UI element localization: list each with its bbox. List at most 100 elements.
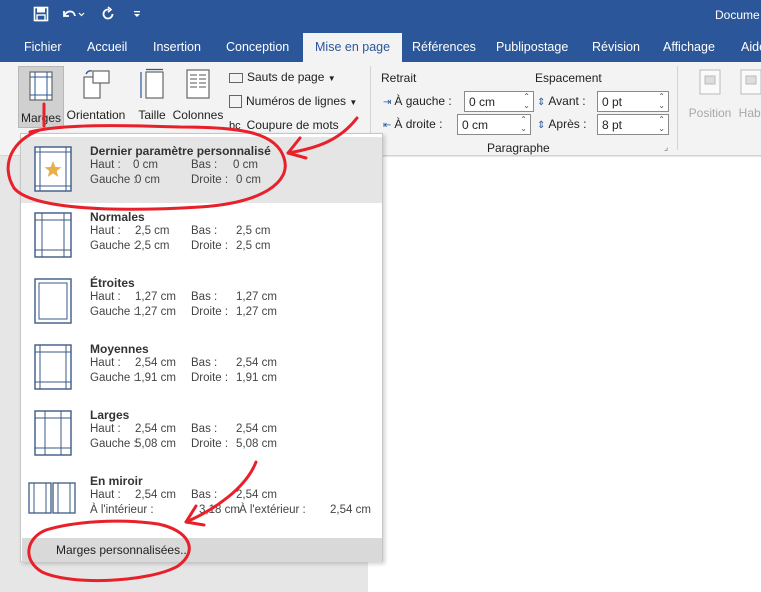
margin-top-label: Haut : xyxy=(90,291,121,303)
margin-outside-label: À l'extérieur : xyxy=(239,504,306,516)
document-page[interactable] xyxy=(368,157,761,592)
indent-right-label: À droite : xyxy=(394,117,443,131)
margin-bottom-label: Bas : xyxy=(191,159,218,171)
margin-bottom-value: 2,54 cm xyxy=(236,423,277,435)
margin-top-value: 2,54 cm xyxy=(135,489,176,501)
indent-right-input[interactable]: 0 cm ⌃ ⌄ xyxy=(457,114,531,135)
indent-right-value: 0 cm xyxy=(462,118,489,132)
margin-right-value: 2,5 cm xyxy=(236,240,271,252)
spacing-before-input[interactable]: 0 pt ⌃ ⌄ xyxy=(597,91,669,112)
line-numbers-button[interactable]: Numéros de lignes ▼ xyxy=(229,94,357,109)
hyphenation-icon: bc xyxy=(229,120,241,132)
margin-option-name: Larges xyxy=(90,408,130,422)
margin-bottom-label: Bas : xyxy=(191,225,218,237)
undo-icon[interactable] xyxy=(60,6,86,26)
margin-option-normal[interactable]: Normales Haut : 2,5 cm Bas : 2,5 cm Gauc… xyxy=(21,203,382,269)
spacing-title: Espacement xyxy=(535,71,602,85)
margin-right-value: 1,91 cm xyxy=(236,372,277,384)
spinner-icon[interactable]: ⌃ ⌄ xyxy=(523,92,530,110)
margin-option-name: Étroites xyxy=(90,276,135,290)
margin-option-name: Dernier paramètre personnalisé xyxy=(90,144,271,158)
spinner-icon[interactable]: ⌃ ⌄ xyxy=(658,92,665,110)
wrap-text-icon xyxy=(740,69,761,95)
tab-help[interactable]: Aide xyxy=(741,33,761,62)
margin-left-value: 5,08 cm xyxy=(135,438,176,450)
page-break-icon xyxy=(229,72,243,83)
margin-option-moderate[interactable]: Moyennes Haut : 2,54 cm Bas : 2,54 cm Ga… xyxy=(21,335,382,401)
size-button[interactable]: Taille xyxy=(132,66,172,122)
margin-right-label: Droite : xyxy=(191,306,229,318)
margin-top-value: 1,27 cm xyxy=(135,291,176,303)
dialog-launcher-icon[interactable]: ⌟ xyxy=(664,142,668,153)
margin-left-value: 2,5 cm xyxy=(135,240,170,252)
hyphenation-button[interactable]: bc Coupure de mots xyxy=(229,118,339,132)
customize-icon[interactable] xyxy=(130,6,144,26)
spacing-after-row: ⇕ Après : xyxy=(537,117,586,131)
save-icon[interactable] xyxy=(32,6,50,26)
indent-left-input[interactable]: 0 cm ⌃ ⌄ xyxy=(464,91,534,112)
position-icon xyxy=(699,69,721,95)
orientation-button[interactable]: Orientation xyxy=(66,66,126,122)
custom-margins-button[interactable]: Marges personnalisées... xyxy=(22,538,382,562)
breaks-button[interactable]: Sauts de page ▼ xyxy=(229,70,336,84)
margin-option-last-custom[interactable]: Dernier paramètre personnalisé Haut : 0 … xyxy=(21,137,382,203)
margin-left-label: Gauche : xyxy=(90,438,137,450)
indent-left-row: ⇥ À gauche : xyxy=(383,94,452,108)
margin-bottom-label: Bas : xyxy=(191,291,218,303)
tab-home[interactable]: Accueil xyxy=(87,33,127,62)
margin-preset-icon xyxy=(34,278,72,324)
tab-view[interactable]: Affichage xyxy=(663,33,715,62)
indent-left-value: 0 cm xyxy=(469,95,496,109)
tab-file[interactable]: Fichier xyxy=(24,33,62,62)
spacing-after-icon: ⇕ xyxy=(537,120,546,131)
margin-option-mirrored[interactable]: En miroir Haut : 2,54 cm Bas : 2,54 cm À… xyxy=(21,467,382,533)
margin-right-label: Droite : xyxy=(191,438,229,450)
margin-right-value: 0 cm xyxy=(236,174,261,186)
wrap-text-button[interactable]: Habi xyxy=(736,68,761,120)
spacing-before-label: Avant : xyxy=(548,94,586,108)
spacing-after-input[interactable]: 8 pt ⌃ ⌄ xyxy=(597,114,669,135)
spacing-before-value: 0 pt xyxy=(602,95,623,109)
margins-button[interactable]: Marges xyxy=(18,66,64,128)
size-icon xyxy=(140,68,164,99)
margins-dropdown: Dernier paramètre personnalisé Haut : 0 … xyxy=(20,133,383,562)
margin-bottom-label: Bas : xyxy=(191,489,218,501)
margin-option-narrow[interactable]: Étroites Haut : 1,27 cm Bas : 1,27 cm Ga… xyxy=(21,269,382,335)
custom-margins-label: Marges personnalisées... xyxy=(56,543,191,557)
margin-right-label: Droite : xyxy=(191,240,229,252)
margin-top-label: Haut : xyxy=(90,225,121,237)
tab-layout[interactable]: Mise en page xyxy=(303,33,403,62)
margin-right-value: 1,27 cm xyxy=(236,306,277,318)
indent-left-label: À gauche : xyxy=(394,94,452,108)
margin-preset-mirror-icon xyxy=(28,482,76,514)
margin-option-wide[interactable]: Larges Haut : 2,54 cm Bas : 2,54 cm Gauc… xyxy=(21,401,382,467)
tab-references[interactable]: Références xyxy=(412,33,476,62)
tab-review[interactable]: Révision xyxy=(592,33,640,62)
margin-bottom-value: 2,54 cm xyxy=(236,357,277,369)
repeat-icon[interactable] xyxy=(99,6,117,26)
margin-right-label: Droite : xyxy=(191,174,229,186)
indent-right-row: ⇤ À droite : xyxy=(383,117,442,131)
title-bar: Docume xyxy=(0,0,761,33)
margin-top-label: Haut : xyxy=(90,423,121,435)
indent-left-icon: ⇥ xyxy=(383,97,392,108)
margin-bottom-value: 0 cm xyxy=(233,159,258,171)
spacing-before-row: ⇕ Avant : xyxy=(537,94,586,108)
orientation-icon xyxy=(83,70,110,99)
spinner-icon[interactable]: ⌃ ⌄ xyxy=(520,115,527,133)
margin-top-label: Haut : xyxy=(90,489,121,501)
tab-mailings[interactable]: Publipostage xyxy=(496,33,568,62)
tab-insert[interactable]: Insertion xyxy=(153,33,201,62)
margin-right-label: Droite : xyxy=(191,372,229,384)
margin-preset-icon xyxy=(34,410,72,456)
spinner-icon[interactable]: ⌃ ⌄ xyxy=(658,115,665,133)
chevron-down-icon: ▼ xyxy=(327,74,336,83)
margin-left-label: Gauche : xyxy=(90,240,137,252)
tab-design[interactable]: Conception xyxy=(226,33,289,62)
columns-button[interactable]: Colonnes xyxy=(172,66,224,122)
margin-left-value: 1,27 cm xyxy=(135,306,176,318)
margin-left-label: Gauche : xyxy=(90,174,137,186)
margin-inside-label: À l'intérieur : xyxy=(90,504,154,516)
spacing-before-icon: ⇕ xyxy=(537,97,546,108)
position-button[interactable]: Position xyxy=(684,68,736,120)
